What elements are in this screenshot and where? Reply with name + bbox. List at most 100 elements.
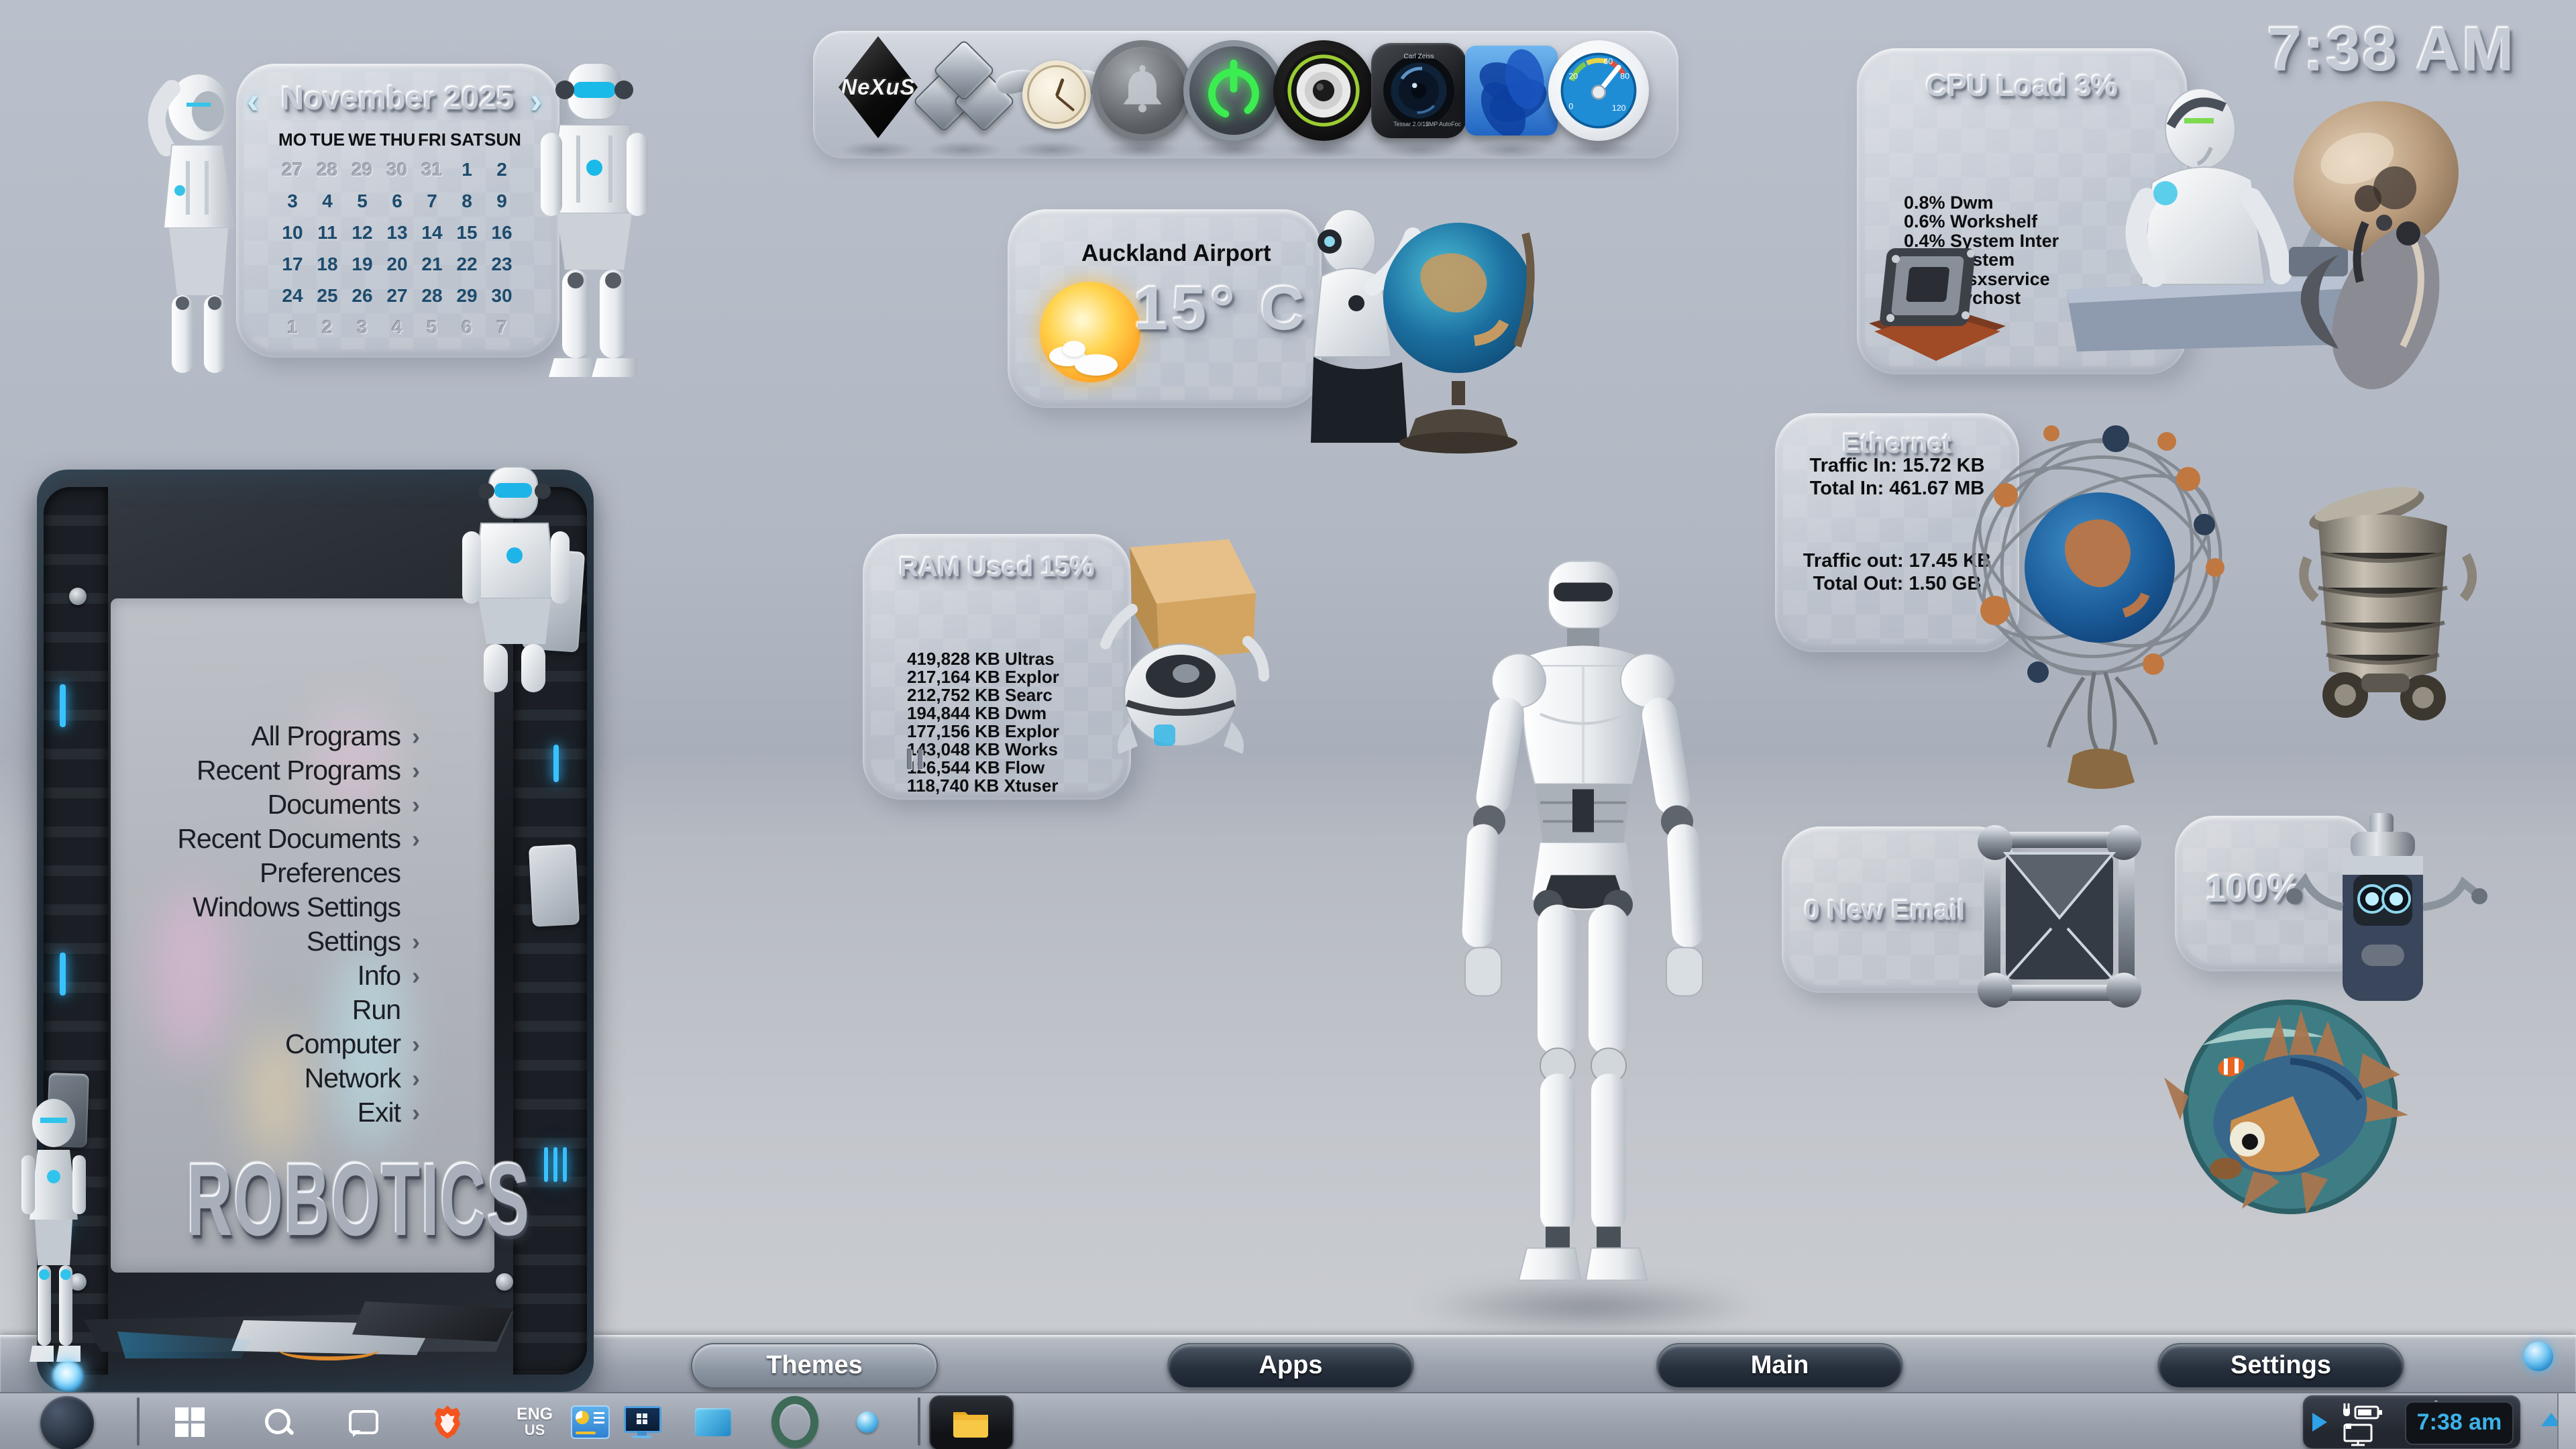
svg-text:Carl Zeiss: Carl Zeiss <box>1403 53 1434 60</box>
control-panel-icon[interactable] <box>567 1393 614 1449</box>
calendar-day-cell[interactable]: 1 <box>275 317 310 338</box>
ram-process: 126,544 KB Flow <box>907 759 1059 777</box>
calendar-day-cell[interactable]: 31 <box>415 159 449 180</box>
start-menu-item[interactable]: Windows Settings <box>69 890 431 924</box>
sphere-icon[interactable] <box>844 1393 891 1449</box>
calendar-day-cell[interactable]: 30 <box>380 159 415 180</box>
dock-orb-button[interactable] <box>2524 1342 2553 1371</box>
robot-globe-image <box>1287 193 1542 455</box>
calendar-day-cell[interactable]: 20 <box>380 254 415 275</box>
calendar-day-cell[interactable]: 28 <box>415 285 449 307</box>
calendar-day-header: FRI <box>415 129 449 150</box>
ram-process: 419,828 KB Ultras <box>907 650 1059 668</box>
notification-bell-icon[interactable] <box>1092 40 1193 141</box>
start-menu-item[interactable]: Recent Documents › <box>69 822 431 856</box>
calendar-day-cell[interactable]: 8 <box>449 191 484 212</box>
search-icon[interactable] <box>255 1393 302 1449</box>
windows-11-icon[interactable] <box>1461 40 1562 141</box>
calendar-day-cell[interactable]: 25 <box>310 285 345 307</box>
dock-button-themes[interactable]: Themes <box>691 1343 938 1389</box>
language-indicator[interactable]: ENG US <box>511 1393 558 1449</box>
taskbar-separator <box>918 1397 920 1446</box>
calendar-day-cell[interactable]: 29 <box>449 285 484 307</box>
tray-expand-icon[interactable] <box>2312 1413 2327 1432</box>
start-menu-item[interactable]: Run <box>69 993 431 1027</box>
file-explorer-button[interactable] <box>929 1395 1014 1449</box>
calendar-day-cell[interactable]: 4 <box>380 317 415 338</box>
calendar-day-cell[interactable]: 27 <box>380 285 415 307</box>
calendar-day-cell[interactable]: 12 <box>345 222 380 244</box>
network-icon[interactable] <box>2338 1422 2378 1446</box>
calendar-day-cell[interactable]: 29 <box>345 159 380 180</box>
calendar-day-cell[interactable]: 19 <box>345 254 380 275</box>
start-menu-item[interactable]: Computer › <box>69 1027 431 1061</box>
start-menu-item[interactable]: Preferences <box>69 856 431 890</box>
svg-text:80: 80 <box>1620 72 1629 81</box>
language-line1: ENG <box>517 1406 553 1422</box>
calendar-day-cell[interactable]: 13 <box>380 222 415 244</box>
start-menu-item[interactable]: Documents › <box>69 788 431 822</box>
calendar-day-cell[interactable]: 10 <box>275 222 310 244</box>
windows-start-icon[interactable] <box>166 1393 213 1449</box>
calendar-day-header: SAT <box>449 129 484 150</box>
calendar-day-cell[interactable]: 6 <box>380 191 415 212</box>
calendar-day-cell[interactable]: 5 <box>345 191 380 212</box>
window-icon[interactable] <box>690 1393 737 1449</box>
start-menu: All Programs › Recent Programs › Documen… <box>37 470 594 1392</box>
calendar-day-cell[interactable]: 2 <box>310 317 345 338</box>
dock-button-apps[interactable]: Apps <box>1167 1343 1414 1389</box>
opera-ring-icon[interactable] <box>771 1393 818 1449</box>
svg-text:60: 60 <box>1603 56 1613 66</box>
speaker-icon[interactable] <box>1273 40 1374 141</box>
calendar-day-cell[interactable]: 14 <box>415 222 449 244</box>
pause-control[interactable]: II <box>906 743 927 777</box>
calendar-day-cell[interactable]: 5 <box>415 317 449 338</box>
calendar-day-cell[interactable]: 17 <box>275 254 310 275</box>
tray-clock[interactable]: 7:38 am <box>2405 1401 2514 1445</box>
start-orb-button[interactable] <box>40 1396 94 1449</box>
email-count-label: 0 New Email <box>1805 895 1965 926</box>
start-menu-item[interactable]: Network › <box>69 1061 431 1095</box>
calendar-day-cell[interactable]: 15 <box>449 222 484 244</box>
glow-orb <box>52 1360 83 1391</box>
power-button-icon[interactable] <box>1183 40 1284 141</box>
dock-button-settings[interactable]: Settings <box>2157 1343 2404 1389</box>
monitor-icon[interactable] <box>619 1393 665 1449</box>
svg-text:5MP AutoFocus: 5MP AutoFocus <box>1426 121 1461 127</box>
start-menu-item[interactable]: Recent Programs › <box>69 753 431 788</box>
start-menu-item-label: Preferences <box>260 857 400 889</box>
envelope-icon[interactable] <box>1966 813 2153 1021</box>
chevron-right-icon: › <box>400 791 431 819</box>
calendar-day-cell[interactable]: 6 <box>449 317 484 338</box>
calendar-day-cell[interactable]: 28 <box>310 159 345 180</box>
winged-clock-icon[interactable] <box>1001 40 1102 141</box>
start-menu-item[interactable]: All Programs › <box>69 719 431 753</box>
system-tray[interactable]: 7:38 am <box>2303 1395 2520 1448</box>
brave-icon[interactable] <box>424 1393 471 1449</box>
calendar-day-cell[interactable]: 26 <box>345 285 380 307</box>
start-menu-item-label: Recent Documents <box>177 823 400 855</box>
calendar-day-cell[interactable]: 21 <box>415 254 449 275</box>
calendar-day-cell[interactable]: 18 <box>310 254 345 275</box>
start-menu-item[interactable]: Settings › <box>69 924 431 959</box>
calendar-day-cell[interactable]: 11 <box>310 222 345 244</box>
start-menu-item-label: Info <box>358 960 400 991</box>
speedometer-icon[interactable]: 0 20 60 80 120 <box>1548 40 1649 141</box>
calendar-day-cell[interactable]: 1 <box>449 159 484 180</box>
dock-button-main[interactable]: Main <box>1656 1343 1903 1389</box>
calendar-day-cell[interactable]: 7 <box>415 191 449 212</box>
calendar-day-cell[interactable]: 24 <box>275 285 310 307</box>
camera-lens-icon[interactable]: Carl Zeiss Tessar 2.0/12 5MP AutoFocus <box>1368 40 1469 141</box>
calendar-day-cell[interactable]: 3 <box>275 191 310 212</box>
start-menu-item[interactable]: Exit › <box>69 1095 431 1130</box>
power-battery-icon[interactable] <box>2338 1402 2405 1422</box>
calendar-day-cell[interactable]: 3 <box>345 317 380 338</box>
chevron-right-icon: › <box>400 757 431 785</box>
svg-text:Tessar 2.0/12: Tessar 2.0/12 <box>1393 121 1429 127</box>
show-desktop-strip[interactable] <box>2557 1393 2576 1449</box>
calendar-day-cell[interactable]: 4 <box>310 191 345 212</box>
chat-icon[interactable] <box>339 1393 386 1449</box>
start-menu-item[interactable]: Info › <box>69 959 431 993</box>
calendar-day-cell[interactable]: 27 <box>275 159 310 180</box>
calendar-day-cell[interactable]: 22 <box>449 254 484 275</box>
